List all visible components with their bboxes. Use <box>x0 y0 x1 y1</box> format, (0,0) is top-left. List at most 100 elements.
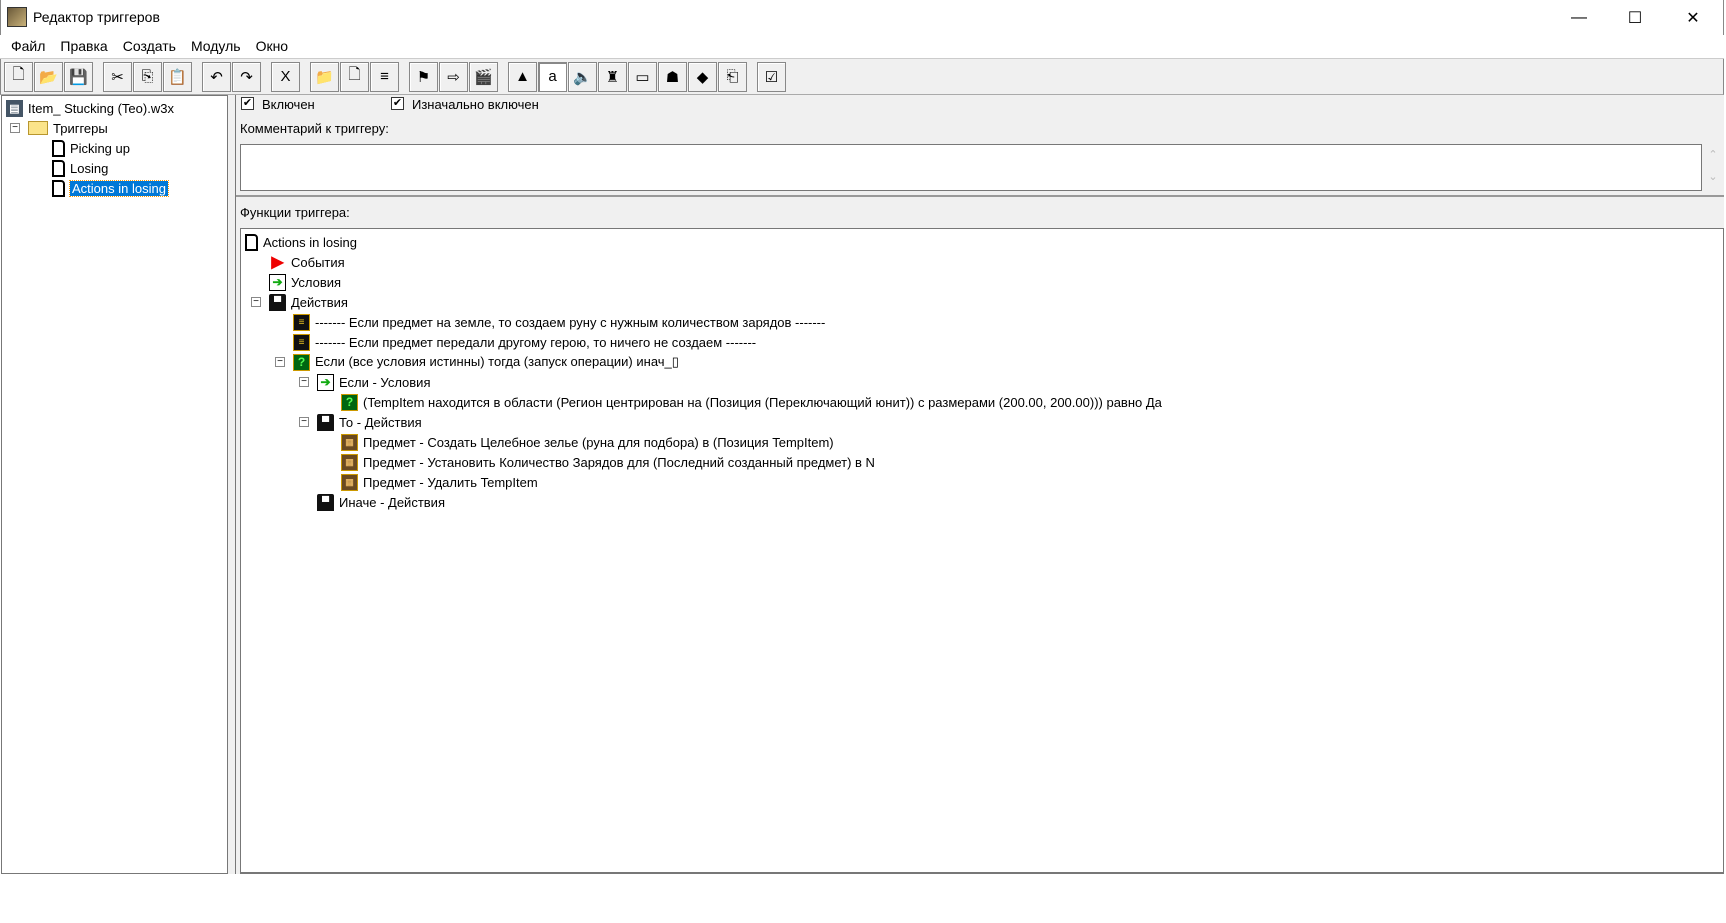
divider <box>236 195 1724 197</box>
function-node[interactable]: ≡ ------- Если предмет на земле, то созда… <box>293 312 825 332</box>
new-button[interactable]: 🗋 <box>4 61 33 92</box>
function-node[interactable]: ▦ Предмет - Установить Количество Зарядов… <box>341 452 875 472</box>
function-node[interactable]: ▀ Действия <box>269 292 348 312</box>
delete-button[interactable]: X <box>271 61 300 92</box>
cut-icon: ✂ <box>111 68 124 86</box>
menu-bar: Файл Правка Создать Модуль Окно <box>0 35 1724 59</box>
object-manager-button[interactable]: ◆ <box>688 61 717 92</box>
functions-label: Функции триггера: <box>240 205 350 220</box>
sound-editor-button[interactable]: 🔈 <box>568 61 597 92</box>
new-trigger-button[interactable]: 🗋 <box>340 61 369 92</box>
function-node[interactable]: ≡ ------- Если предмет передали другому г… <box>293 332 756 352</box>
act-icon: ▀ <box>317 493 334 511</box>
trigger-list-tree[interactable]: ▤ Item_ Stucking (Teo).w3x − Триггеры Pi… <box>1 95 228 874</box>
function-node[interactable]: ▀ Иначе - Действия <box>317 492 445 512</box>
map-name: Item_ Stucking (Teo).w3x <box>28 100 174 116</box>
trigger-item-selected[interactable]: Actions in losing <box>52 178 169 198</box>
function-label: События <box>291 254 345 270</box>
function-node[interactable]: ▦ Предмет - Удалить TempItem <box>341 472 538 492</box>
maximize-button[interactable]: ☐ <box>1607 0 1663 35</box>
minimize-button[interactable]: — <box>1551 0 1607 35</box>
close-button[interactable]: ✕ <box>1665 0 1721 35</box>
function-node[interactable]: ▀ То - Действия <box>317 412 422 432</box>
if-icon: ? <box>293 353 310 371</box>
function-label: Действия <box>291 294 348 310</box>
campaign-editor-button[interactable]: ▭ <box>628 61 657 92</box>
function-node[interactable]: ▶ События <box>269 252 345 272</box>
terrain-editor-button[interactable]: ▲ <box>508 61 537 92</box>
trigger-editor-button[interactable]: a <box>538 61 567 92</box>
new-category-button[interactable]: 📁 <box>310 61 339 92</box>
enabled-checkbox[interactable]: ✔ <box>241 97 254 110</box>
function-node[interactable]: ➔ Если - Условия <box>317 372 430 392</box>
function-label: Предмет - Создать Целебное зелье (руна д… <box>363 434 834 450</box>
object-editor-icon: ♜ <box>605 68 620 86</box>
function-node[interactable]: ? (TempItem находится в области (Регион ц… <box>341 392 1162 412</box>
new-action-button[interactable]: 🎬 <box>469 61 498 92</box>
title-bar: Редактор триггеров — ☐ ✕ <box>0 0 1724 35</box>
function-label: (TempItem находится в области (Регион це… <box>363 394 1162 410</box>
save-icon: 💾 <box>69 68 88 86</box>
comment-textarea[interactable] <box>240 144 1702 191</box>
pane-splitter[interactable] <box>228 95 236 874</box>
redo-button[interactable]: ↷ <box>232 61 261 92</box>
cut-button[interactable]: ✂ <box>103 61 132 92</box>
comment-icon: ≡ <box>293 313 310 331</box>
item-icon: ▦ <box>341 453 358 471</box>
terrain-editor-icon: ▲ <box>515 68 530 85</box>
toolbar: 🗋 📂 💾 ✂ ⎘ 📋 ↶ ↷ X 📁 🗋 ≡ ⚑ ⇨ 🎬 ▲ a 🔈 ♜ ▭ ☗ ◆ ⎗ ☑ <box>0 59 1724 95</box>
function-label: То - Действия <box>339 414 422 430</box>
menu-file[interactable]: Файл <box>4 35 53 58</box>
expand-toggle[interactable]: − <box>299 377 309 387</box>
trigger-editor-icon: a <box>548 68 557 85</box>
comment-scrollbar[interactable]: ⌃ ⌄ <box>1704 144 1722 191</box>
open-button[interactable]: 📂 <box>34 61 63 92</box>
undo-button[interactable]: ↶ <box>202 61 231 92</box>
expand-toggle[interactable]: − <box>299 417 309 427</box>
new-category-icon: 📁 <box>315 68 334 86</box>
item-icon: ▦ <box>341 473 358 491</box>
menu-window[interactable]: Окно <box>249 35 297 58</box>
menu-create[interactable]: Создать <box>116 35 184 58</box>
redo-icon: ↷ <box>240 68 253 86</box>
paste-button[interactable]: 📋 <box>163 61 192 92</box>
new-comment-icon: ≡ <box>380 68 389 85</box>
save-button[interactable]: 💾 <box>64 61 93 92</box>
function-node[interactable]: Actions in losing <box>245 232 357 252</box>
category-name: Триггеры <box>53 120 108 136</box>
test-map-button[interactable]: ☑ <box>757 61 786 92</box>
category-node[interactable]: Триггеры <box>28 118 108 138</box>
import-manager-icon: ⎗ <box>726 68 739 85</box>
expand-toggle[interactable]: − <box>275 357 285 367</box>
trigger-item[interactable]: Picking up <box>52 138 130 158</box>
map-node[interactable]: ▤ Item_ Stucking (Teo).w3x <box>6 98 174 118</box>
delete-icon: X <box>280 68 291 85</box>
ai-editor-icon: ☗ <box>665 68 680 86</box>
open-icon: 📂 <box>39 68 58 86</box>
new-condition-button[interactable]: ⇨ <box>439 61 468 92</box>
folder-icon <box>28 121 48 135</box>
menu-module[interactable]: Модуль <box>184 35 249 58</box>
function-node[interactable]: ? Если (все условия истинны) тогда (запус… <box>293 352 679 372</box>
function-node[interactable]: ➔ Условия <box>269 272 341 292</box>
collapse-toggle[interactable]: − <box>10 123 20 133</box>
menu-edit[interactable]: Правка <box>53 35 115 58</box>
sound-editor-icon: 🔈 <box>573 68 592 86</box>
copy-button[interactable]: ⎘ <box>133 61 162 92</box>
ai-editor-button[interactable]: ☗ <box>658 61 687 92</box>
object-editor-button[interactable]: ♜ <box>598 61 627 92</box>
function-node[interactable]: ▦ Предмет - Создать Целебное зелье (руна … <box>341 432 834 452</box>
window-title: Редактор триггеров <box>33 9 160 25</box>
trigger-functions-tree[interactable]: Actions in losing ▶ События ➔ Условия − ▀ Дейст… <box>240 228 1724 874</box>
trigger-doc-icon <box>52 179 65 197</box>
expand-toggle[interactable]: − <box>251 297 261 307</box>
new-condition-icon: ⇨ <box>447 68 460 86</box>
trigger-doc-icon <box>52 159 65 177</box>
new-comment-button[interactable]: ≡ <box>370 61 399 92</box>
import-manager-button[interactable]: ⎗ <box>718 61 747 92</box>
new-event-icon: ⚑ <box>416 68 431 86</box>
new-event-button[interactable]: ⚑ <box>409 61 438 92</box>
function-label: ------- Если предмет на земле, то создае… <box>315 314 826 330</box>
trigger-item[interactable]: Losing <box>52 158 108 178</box>
initially-on-checkbox[interactable]: ✔ <box>391 97 404 110</box>
